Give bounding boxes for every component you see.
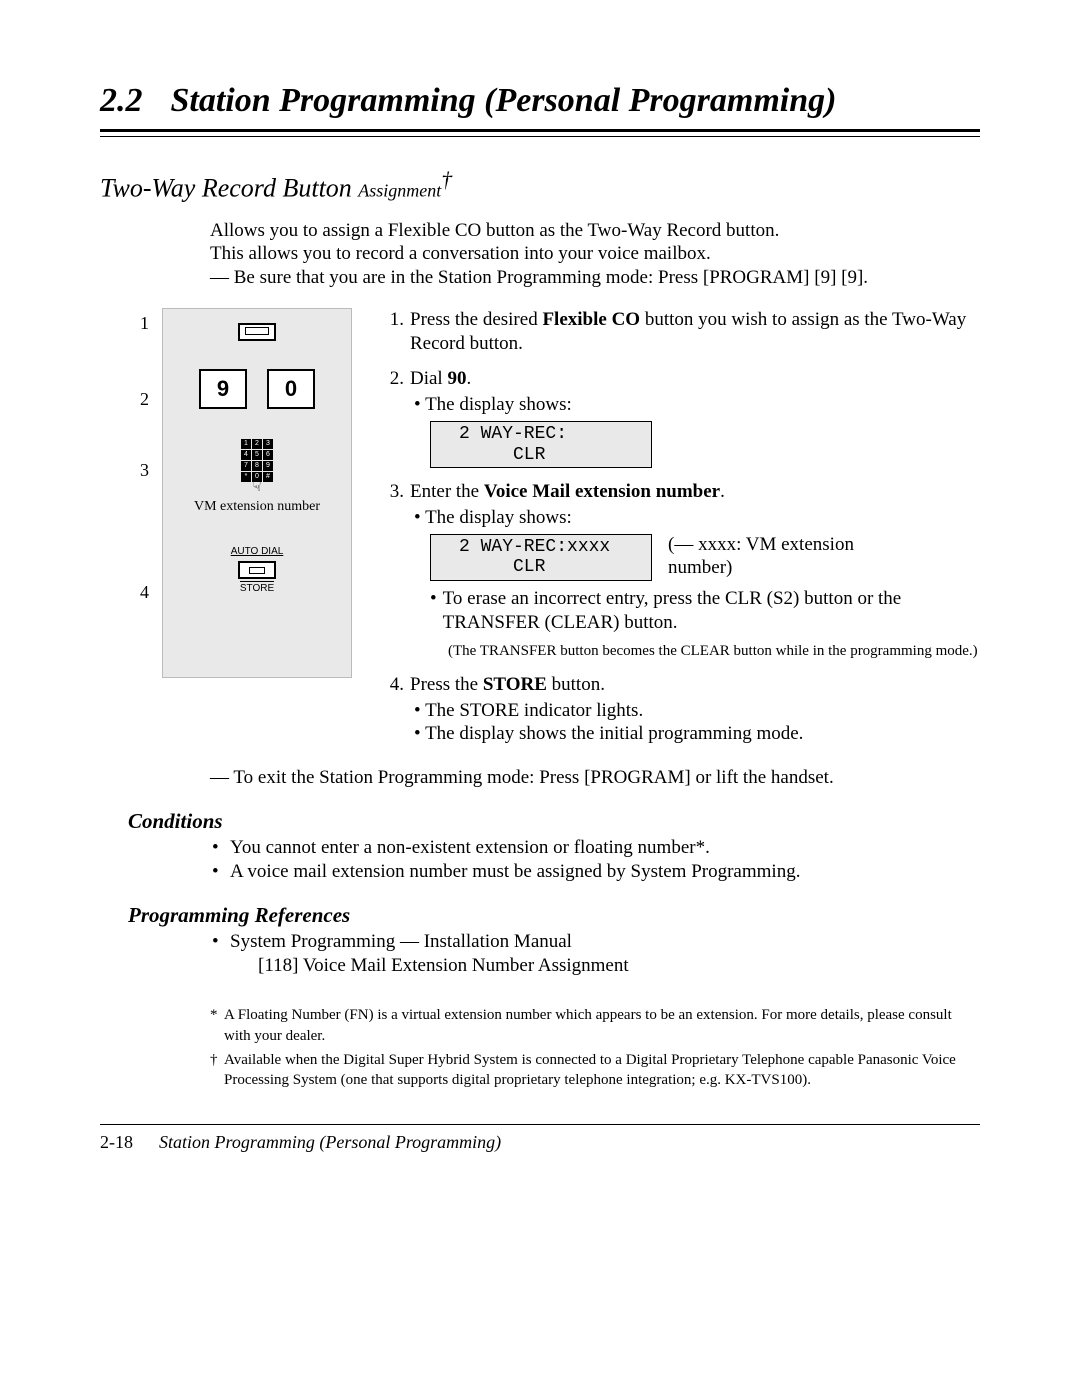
- step4-bullets: The STORE indicator lights. The display …: [378, 699, 980, 747]
- section-number: 2.2: [100, 82, 143, 119]
- step1-text: Press the desired Flexible CO button you…: [410, 308, 980, 356]
- cond-1: You cannot enter a non-existent extensio…: [230, 836, 980, 860]
- page-footer: 2-18 Station Programming (Personal Progr…: [100, 1124, 980, 1154]
- step3-text: Enter the Voice Mail extension number.: [410, 480, 725, 504]
- step2-text: Dial 90.: [410, 367, 471, 391]
- step3-b1: The display shows:: [414, 506, 980, 530]
- display-annotation: (— xxxx: VM extension number): [668, 533, 888, 581]
- store-btn-frame: [238, 561, 276, 579]
- footnote-star: * A Floating Number (FN) is a virtual ex…: [210, 1005, 980, 1046]
- step2-b1: The display shows:: [414, 393, 980, 417]
- display-box-1: 2 WAY-REC: CLR: [430, 421, 652, 468]
- dn1: 1: [140, 312, 162, 335]
- display-box-2: 2 WAY-REC:xxxx CLR: [430, 534, 652, 581]
- step-1: 1. Press the desired Flexible CO button …: [378, 308, 980, 356]
- section-title-text: Station Programming (Personal Programmin…: [171, 82, 837, 119]
- steps-column: 1. Press the desired Flexible CO button …: [378, 308, 980, 758]
- conditions-heading: Conditions: [128, 808, 980, 834]
- key-9: 9: [199, 369, 247, 409]
- dagger-text: Available when the Digital Super Hybrid …: [224, 1050, 980, 1091]
- footnotes: * A Floating Number (FN) is a virtual ex…: [210, 1005, 980, 1090]
- step-2: 2. Dial 90. The display shows: 2 WAY-REC…: [378, 367, 980, 468]
- cond-2: A voice mail extension number must be as…: [230, 860, 980, 884]
- refs-heading: Programming References: [128, 902, 980, 928]
- subsection-title: Two-Way Record Button Assignment†: [100, 167, 980, 205]
- step-4: 4. Press the STORE button. The STORE ind…: [378, 673, 980, 746]
- store-label: STORE: [240, 581, 274, 596]
- vm-ext-label: VM extension number: [194, 498, 320, 516]
- subsection-sub: Assignment: [358, 180, 441, 200]
- step3-erase: • To erase an incorrect entry, press the…: [430, 587, 980, 635]
- footer-title: Station Programming (Personal Programmin…: [159, 1131, 501, 1154]
- dn4: 4: [140, 581, 162, 604]
- step2-idx: 2.: [378, 367, 410, 391]
- step4-idx: 4.: [378, 673, 410, 697]
- key-0: 0: [267, 369, 315, 409]
- step4-text: Press the STORE button.: [410, 673, 605, 697]
- diagram-wrap: 1 2 3 4 9 0 123 456 789 *0#: [140, 308, 352, 678]
- diagram-step-numbers: 1 2 3 4: [140, 308, 162, 658]
- step3-idx: 3.: [378, 480, 410, 504]
- store-button-icon: AUTO DIAL STORE: [231, 546, 284, 596]
- dn2: 2: [140, 388, 162, 411]
- phone-diagram: 9 0 123 456 789 *0# ☟ VM extension numbe…: [162, 308, 352, 678]
- step2-bullets: The display shows:: [378, 393, 980, 417]
- star-symbol: *: [210, 1005, 224, 1046]
- refs-list: System Programming — Installation Manual: [100, 930, 980, 954]
- subsection-main: Two-Way Record Button: [100, 173, 358, 202]
- step4-b2: The display shows the initial programmin…: [414, 722, 980, 746]
- conditions-list: You cannot enter a non-existent extensio…: [100, 836, 980, 884]
- hand-icon: ☟: [253, 484, 262, 492]
- steps-area: 1 2 3 4 9 0 123 456 789 *0#: [100, 308, 980, 758]
- section-heading: 2.2 Station Programming (Personal Program…: [100, 80, 980, 123]
- intro-line-2: This allows you to record a conversation…: [210, 242, 980, 266]
- ref-1: System Programming — Installation Manual: [230, 930, 980, 954]
- steps-list: 1. Press the desired Flexible CO button …: [378, 308, 980, 746]
- co-slot-icon: [245, 327, 269, 335]
- page-number: 2-18: [100, 1131, 133, 1154]
- dn3: 3: [140, 459, 162, 482]
- step3-bullets: The display shows:: [378, 506, 980, 530]
- intro-line-3: — Be sure that you are in the Station Pr…: [210, 266, 980, 290]
- star-text: A Floating Number (FN) is a virtual exte…: [224, 1005, 980, 1046]
- step-3: 3. Enter the Voice Mail extension number…: [378, 480, 980, 661]
- page: 2.2Station Programming (Personal Program…: [0, 0, 1080, 1397]
- dagger-symbol: †: [210, 1050, 224, 1091]
- step1-idx: 1.: [378, 308, 410, 356]
- key-row: 9 0: [199, 369, 315, 409]
- ref-1-sub: [118] Voice Mail Extension Number Assign…: [258, 954, 980, 978]
- step4-b1: The STORE indicator lights.: [414, 699, 980, 723]
- co-button-icon: [238, 323, 276, 341]
- intro-line-1: Allows you to assign a Flexible CO butto…: [210, 219, 980, 243]
- step3-note: (The TRANSFER button becomes the CLEAR b…: [448, 641, 980, 661]
- dagger: †: [441, 168, 452, 192]
- keypad-icon: 123 456 789 *0#: [241, 439, 273, 482]
- auto-dial-label: AUTO DIAL: [231, 546, 284, 559]
- intro-block: Allows you to assign a Flexible CO butto…: [210, 219, 980, 290]
- heading-rule: [100, 129, 980, 137]
- footnote-dagger: † Available when the Digital Super Hybri…: [210, 1050, 980, 1091]
- exit-line: — To exit the Station Programming mode: …: [210, 766, 980, 790]
